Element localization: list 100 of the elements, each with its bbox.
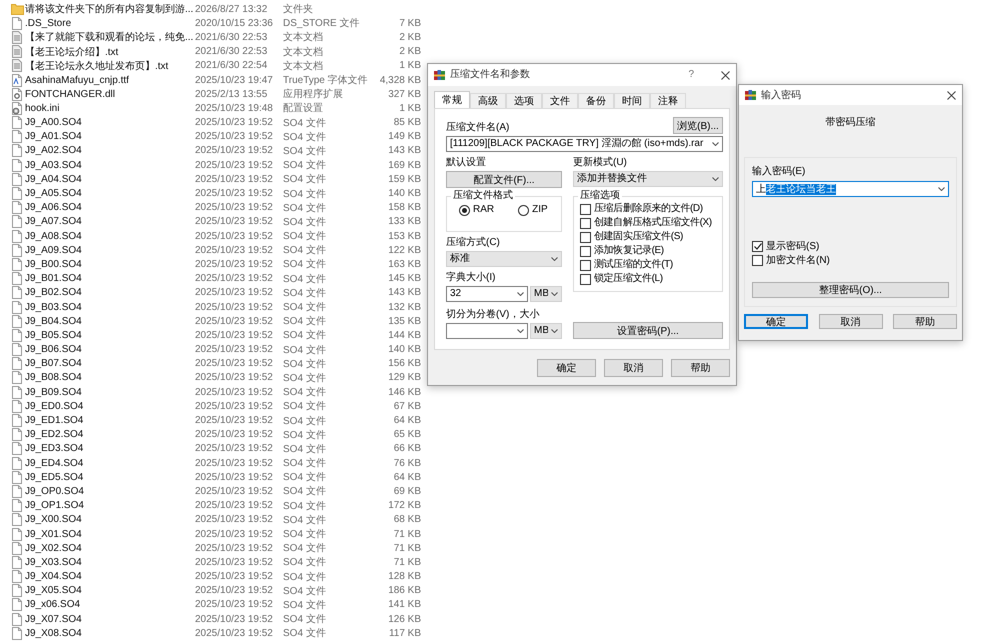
radio-option[interactable]: RAR <box>459 204 494 216</box>
file-name[interactable]: J9_ED4.SO4 <box>25 458 195 469</box>
file-name[interactable]: J9_B08.SO4 <box>25 372 195 384</box>
file-name[interactable]: 【老王论坛介绍】.txt <box>25 44 195 59</box>
file-name[interactable]: hook.ini <box>25 102 195 114</box>
file-type: SO4 文件 <box>283 144 327 158</box>
dialog-button[interactable]: 帮助 <box>671 359 730 377</box>
file-name[interactable]: .DS_Store <box>25 18 195 29</box>
file-name[interactable]: J9_ED0.SO4 <box>25 400 195 412</box>
file-name[interactable]: J9_OP0.SO4 <box>25 486 195 497</box>
file-name[interactable]: J9_B06.SO4 <box>25 344 195 356</box>
file-name[interactable]: 【来了就能下载和观看的论坛，纯免... <box>25 30 195 44</box>
file-name[interactable]: 【老王论坛永久地址发布页】.txt <box>25 58 195 73</box>
radio-option[interactable]: ZIP <box>518 204 548 216</box>
file-name[interactable]: J9_B00.SO4 <box>25 258 195 270</box>
volume-size-dropdown[interactable] <box>446 323 528 339</box>
checkbox-option[interactable]: 显示密码(S) <box>752 239 949 253</box>
checkbox-option[interactable]: 锁定压缩文件(L) <box>580 272 716 286</box>
help-button[interactable]: ? <box>688 69 694 81</box>
file-name[interactable]: J9_ED5.SO4 <box>25 472 195 483</box>
browse-button[interactable]: 浏览(B)... <box>673 117 723 134</box>
modified-date: 2025/10/23 19:52 <box>195 542 274 554</box>
file-name[interactable]: J9_A09.SO4 <box>25 244 195 256</box>
dialog-button[interactable]: 取消 <box>604 359 663 377</box>
file-name[interactable]: J9_X00.SO4 <box>25 514 195 526</box>
file-name[interactable]: J9_B01.SO4 <box>25 273 195 284</box>
file-name[interactable]: J9_B05.SO4 <box>25 330 195 341</box>
file-name[interactable]: J9_X05.SO4 <box>25 585 195 596</box>
file-name[interactable]: J9_A06.SO4 <box>25 202 195 214</box>
tab[interactable]: 注释 <box>650 93 686 108</box>
file-icon <box>11 314 23 328</box>
file-name[interactable]: J9_A01.SO4 <box>25 131 195 142</box>
file-name[interactable]: J9_B04.SO4 <box>25 316 195 327</box>
tab[interactable]: 常规 <box>434 91 470 108</box>
file-name[interactable]: J9_ED3.SO4 <box>25 443 195 454</box>
file-name[interactable]: J9_X03.SO4 <box>25 556 195 568</box>
dialog-button[interactable]: 确定 <box>537 359 596 377</box>
file-icon <box>11 470 23 484</box>
file-type: SO4 文件 <box>283 470 327 484</box>
file-name[interactable]: J9_B07.SO4 <box>25 358 195 370</box>
file-name[interactable]: J9_X08.SO4 <box>25 628 195 639</box>
caret-icon <box>551 257 558 261</box>
file-type: SO4 文件 <box>283 300 327 314</box>
file-name[interactable]: J9_X02.SO4 <box>25 542 195 554</box>
dialog-button[interactable]: 帮助 <box>893 314 957 329</box>
organize-passwords-button[interactable]: 整理密码(O)... <box>752 282 949 298</box>
file-name[interactable]: J9_A05.SO4 <box>25 188 195 200</box>
file-icon <box>11 484 23 498</box>
profile-button[interactable]: 配置文件(F)... <box>446 171 562 188</box>
checkbox-option[interactable]: 创建自解压格式压缩文件(X) <box>580 216 716 230</box>
modified-date: 2025/10/23 19:52 <box>195 486 274 497</box>
file-name[interactable]: J9_x06.SO4 <box>25 599 195 610</box>
modified-date: 2025/10/23 19:52 <box>195 244 274 256</box>
file-size: 85 KB <box>392 117 421 128</box>
file-name[interactable]: J9_B09.SO4 <box>25 386 195 398</box>
checkbox-option[interactable]: 测试压缩的文件(T) <box>580 258 716 272</box>
file-icon <box>11 286 23 300</box>
dialog-button[interactable]: 取消 <box>818 314 882 329</box>
file-name[interactable]: AsahinaMafuyu_cnjp.ttf <box>25 74 195 86</box>
close-icon[interactable] <box>947 90 956 100</box>
checkbox-option[interactable]: 加密文件名(N) <box>752 253 949 267</box>
file-name[interactable]: J9_OP1.SO4 <box>25 500 195 512</box>
file-name[interactable]: J9_A02.SO4 <box>25 145 195 156</box>
checkbox-option[interactable]: 添加恢复记录(E) <box>580 244 716 258</box>
file-name[interactable]: J9_X01.SO4 <box>25 528 195 540</box>
file-name[interactable]: J9_A03.SO4 <box>25 160 195 171</box>
file-name[interactable]: J9_X04.SO4 <box>25 571 195 582</box>
file-name[interactable]: FONTCHANGER.dll <box>25 88 195 100</box>
close-icon[interactable] <box>721 70 730 80</box>
file-name[interactable]: J9_A00.SO4 <box>25 117 195 128</box>
set-password-button[interactable]: 设置密码(P)... <box>573 322 723 339</box>
modified-date: 2025/10/23 19:52 <box>195 330 274 341</box>
file-icon <box>11 584 23 598</box>
method-dropdown[interactable]: 标准 <box>446 251 562 267</box>
file-name[interactable]: J9_X07.SO4 <box>25 614 195 625</box>
dialog-button[interactable]: 确定 <box>744 314 808 329</box>
checkbox-option[interactable]: 压缩后删除原来的文件(D) <box>580 202 716 216</box>
checkbox-option[interactable]: 创建固实压缩文件(S) <box>580 230 716 244</box>
file-name[interactable]: 请将该文件夹下的所有内容复制到游... <box>25 2 195 16</box>
dictionary-size-dropdown[interactable]: 32 <box>446 286 528 302</box>
file-name[interactable]: J9_ED1.SO4 <box>25 415 195 426</box>
file-name[interactable]: J9_B02.SO4 <box>25 287 195 298</box>
modified-date: 2025/10/23 19:52 <box>195 273 274 284</box>
file-name[interactable]: J9_A07.SO4 <box>25 216 195 228</box>
file-name[interactable]: J9_ED2.SO4 <box>25 429 195 440</box>
file-type: TrueType 字体文件 <box>283 74 369 88</box>
file-name[interactable]: J9_A04.SO4 <box>25 174 195 185</box>
window-title: 压缩文件名和参数 <box>450 69 531 81</box>
tab[interactable]: 选项 <box>506 93 542 108</box>
tab[interactable]: 高级 <box>470 93 506 108</box>
tab[interactable]: 文件 <box>542 93 578 108</box>
password-field[interactable]: 上老王论坛当老王 <box>752 181 949 197</box>
archive-name-field[interactable]: [111209][BLACK PACKAGE TRY] 淫淵の館 (iso+mds).rar <box>446 136 723 152</box>
tab[interactable]: 时间 <box>614 93 650 108</box>
file-name[interactable]: J9_B03.SO4 <box>25 302 195 313</box>
modified-date: 2025/10/23 19:52 <box>195 571 274 582</box>
field-label: 更新模式(U) <box>573 157 628 169</box>
file-name[interactable]: J9_A08.SO4 <box>25 230 195 242</box>
tab[interactable]: 备份 <box>578 93 614 108</box>
file-icon <box>11 187 23 200</box>
